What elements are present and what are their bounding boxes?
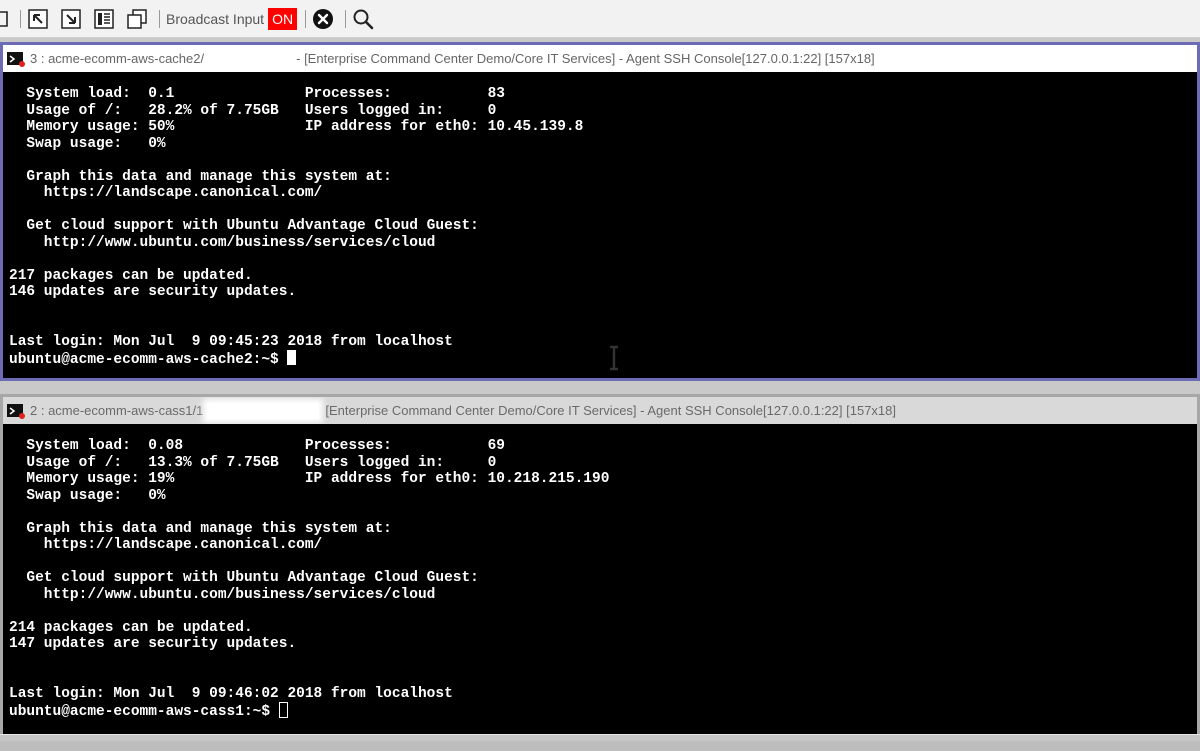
terminal-output[interactable]: System load: 0.1 Processes: 83 Usage of …	[3, 72, 1197, 369]
terminal-line: Swap usage: 0%	[9, 135, 166, 152]
terminal-icon	[6, 402, 26, 420]
broadcast-toggle[interactable]: ON	[268, 7, 298, 30]
terminal-line: System load: 0.08 Processes: 69	[9, 438, 505, 454]
search-icon[interactable]	[352, 8, 374, 30]
next-pane-edge	[0, 734, 1200, 751]
terminal-line: https://landscape.canonical.com/	[9, 185, 323, 201]
terminal-line: http://www.ubuntu.com/business/services/…	[9, 234, 436, 251]
toolbar: Broadcast Input ON	[0, 0, 1200, 38]
terminal-line: Usage of /: 28.2% of 7.75GB Users logged…	[9, 102, 497, 119]
close-circle-icon[interactable]	[312, 8, 334, 30]
terminal-line: Memory usage: 19% IP address for eth0: 1…	[9, 471, 610, 487]
console-title-details: [Enterprise Command Center Demo/Core IT …	[325, 403, 896, 418]
shell-prompt: ubuntu@acme-ecomm-aws-cass1:~$	[9, 704, 279, 720]
terminal-icon	[6, 50, 26, 68]
terminal-line: 214 packages can be updated.	[9, 619, 253, 636]
arrow-down-right-icon[interactable]	[60, 8, 82, 30]
terminal-line: Get cloud support with Ubuntu Advantage …	[9, 218, 479, 234]
terminal-line: Swap usage: 0%	[9, 487, 166, 504]
broadcast-input-label: Broadcast Input	[166, 10, 265, 27]
terminal-line: Last login: Mon Jul 9 09:46:02 2018 from…	[9, 685, 453, 702]
toolbar-separator	[305, 9, 307, 28]
redacted-region	[207, 402, 320, 419]
cascade-windows-icon[interactable]	[126, 8, 148, 30]
terminal-line: 217 packages can be updated.	[9, 267, 253, 284]
terminal-cursor	[278, 702, 288, 718]
arrow-up-left-icon[interactable]	[27, 8, 49, 30]
terminal-line: 146 updates are security updates.	[9, 284, 297, 300]
terminal-line: Last login: Mon Jul 9 09:45:23 2018 from…	[9, 333, 453, 350]
terminal-line: http://www.ubuntu.com/business/services/…	[9, 586, 436, 603]
terminal-line: System load: 0.1 Processes: 83	[9, 86, 505, 102]
console-pane-cass1[interactable]: 2 : acme-ecomm-aws-cass1/1 [Enterprise C…	[0, 394, 1200, 734]
toolbar-separator	[159, 9, 160, 28]
toolbar-separator	[345, 9, 347, 28]
redacted-region	[206, 51, 293, 66]
terminal-line: Memory usage: 50% IP address for eth0: 1…	[9, 119, 584, 135]
text-cursor-icon	[608, 345, 620, 371]
console-title-details: - [Enterprise Command Center Demo/Core I…	[296, 51, 875, 66]
list-view-icon[interactable]	[93, 8, 115, 30]
terminal-line: Graph this data and manage this system a…	[9, 168, 392, 185]
terminal-cursor	[287, 350, 297, 365]
console-title-bar[interactable]: 3 : acme-ecomm-aws-cache2/ - [Enterprise…	[3, 45, 1197, 72]
toolbar-separator	[20, 9, 21, 28]
console-title-host: 2 : acme-ecomm-aws-cass1/1	[30, 403, 204, 418]
shell-prompt: ubuntu@acme-ecomm-aws-cache2:~$	[9, 352, 288, 368]
terminal-line: Graph this data and manage this system a…	[9, 520, 392, 537]
terminal-line: https://landscape.canonical.com/	[9, 537, 323, 553]
terminal-prompt-line[interactable]: ubuntu@acme-ecomm-aws-cache2:~$	[9, 350, 1191, 369]
terminal-line: Get cloud support with Ubuntu Advantage …	[9, 570, 479, 586]
terminal-line: 147 updates are security updates.	[9, 636, 297, 652]
console-pane-cache2[interactable]: 3 : acme-ecomm-aws-cache2/ - [Enterprise…	[0, 42, 1200, 381]
pane-icon[interactable]	[0, 8, 10, 30]
console-title-bar[interactable]: 2 : acme-ecomm-aws-cass1/1 [Enterprise C…	[3, 397, 1197, 424]
console-title-host: 3 : acme-ecomm-aws-cache2/	[30, 51, 205, 66]
terminal-output[interactable]: System load: 0.08 Processes: 69 Usage of…	[3, 424, 1197, 721]
terminal-prompt-line[interactable]: ubuntu@acme-ecomm-aws-cass1:~$	[9, 702, 1191, 721]
terminal-line: Usage of /: 13.3% of 7.75GB Users logged…	[9, 454, 497, 471]
